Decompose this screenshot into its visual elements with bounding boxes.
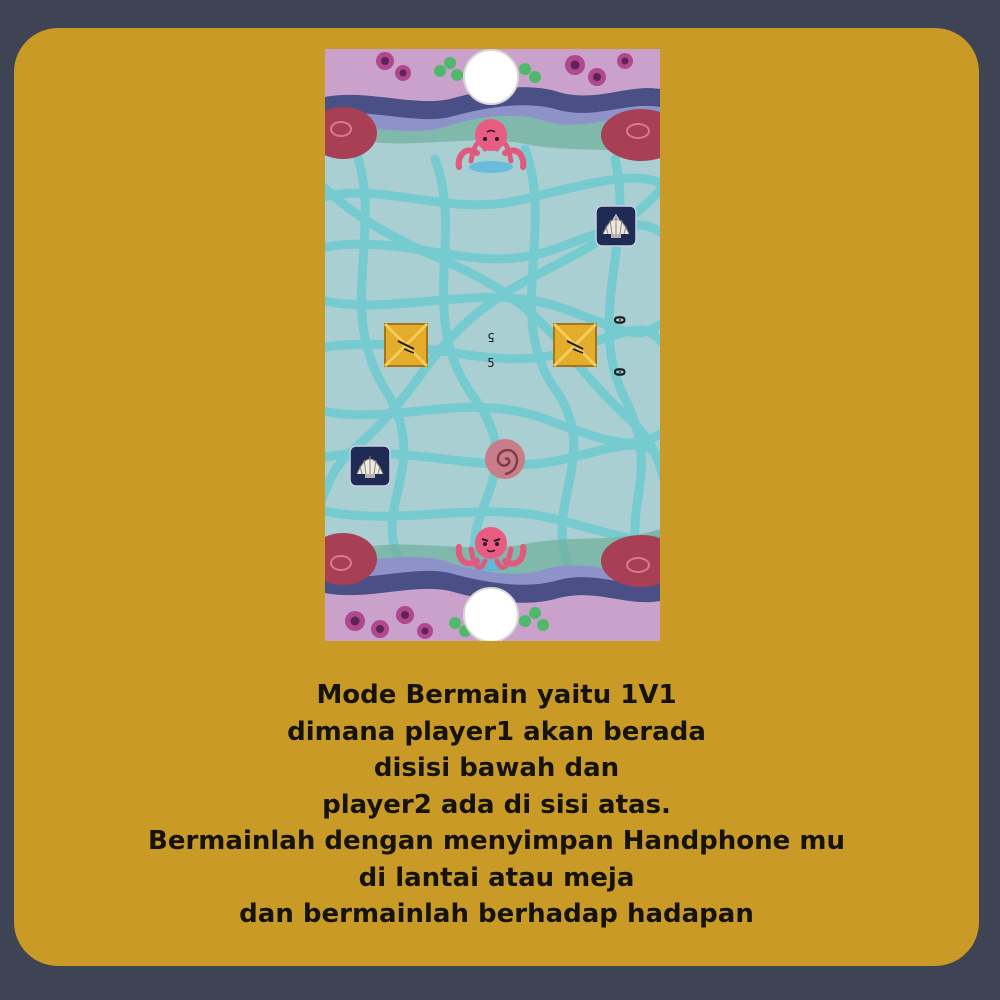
caption-line: player2 ada di sisi atas. <box>322 789 671 820</box>
spiral-shell-puck-icon[interactable] <box>485 439 525 479</box>
right-gold-crate-icon <box>552 322 598 368</box>
caption-line: Bermainlah dengan menyimpan Handphone mu <box>148 826 845 856</box>
side-score-bottom: 0 <box>610 367 629 377</box>
caption-line: di lantai atau meja <box>358 862 635 893</box>
caption-line: dan bermainlah berhadap hadapan <box>239 899 754 929</box>
bottom-goal-paddle[interactable] <box>463 587 519 641</box>
left-gold-crate-icon <box>383 322 429 368</box>
scallop-powerup-icon[interactable] <box>595 205 637 247</box>
instruction-caption: Mode Bermain yaitu 1V1 dimana player1 ak… <box>14 677 979 933</box>
player2-score: 5 <box>487 330 494 344</box>
game-board[interactable]: 5 5 0 0 <box>325 49 660 641</box>
side-score-top: 0 <box>610 315 629 325</box>
top-goal-paddle[interactable] <box>463 49 519 105</box>
caption-line: Mode Bermain yaitu 1V1 <box>316 680 677 710</box>
player1-score: 5 <box>487 356 494 370</box>
scallop-powerup-icon[interactable] <box>349 445 391 487</box>
caption-line: disisi bawah dan <box>373 753 620 783</box>
caption-line: dimana player1 akan berada <box>287 716 706 747</box>
